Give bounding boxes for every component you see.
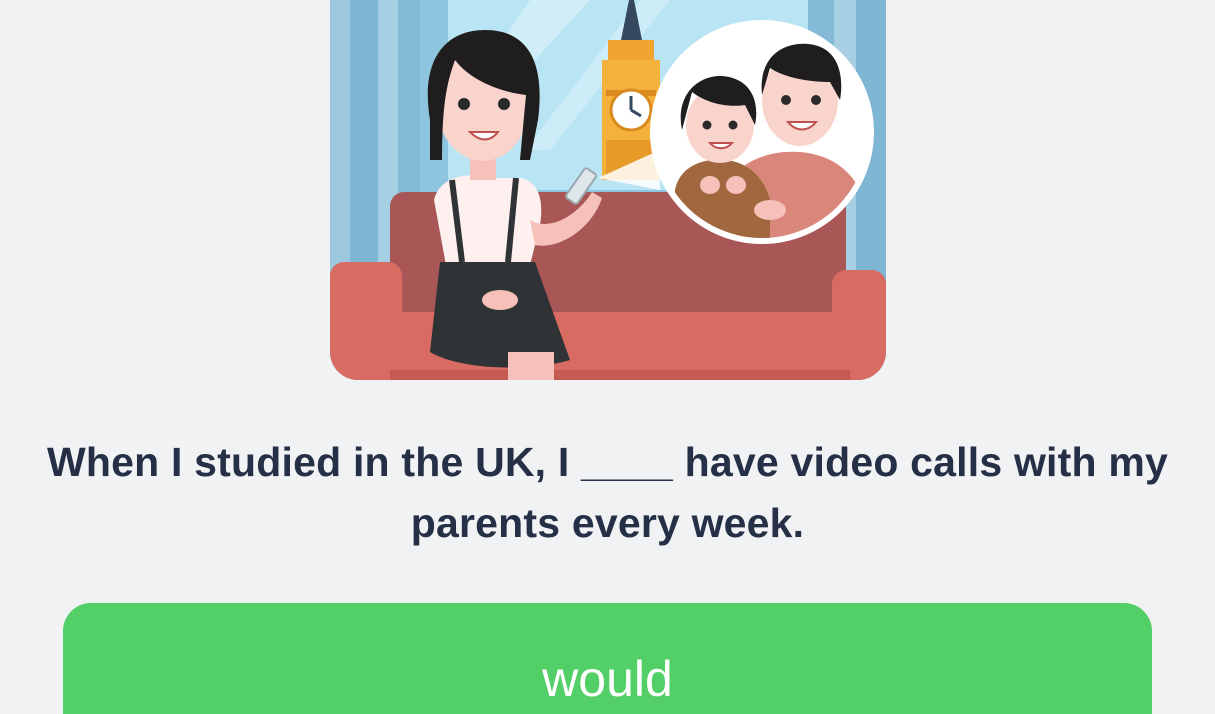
answer-option-would[interactable]: would [63,603,1152,714]
question-text: When I studied in the UK, I ____ have vi… [47,439,1168,546]
answer-option-label: would [542,651,673,707]
video-call-illustration [330,0,886,380]
quiz-screen: When I studied in the UK, I ____ have vi… [0,0,1215,714]
